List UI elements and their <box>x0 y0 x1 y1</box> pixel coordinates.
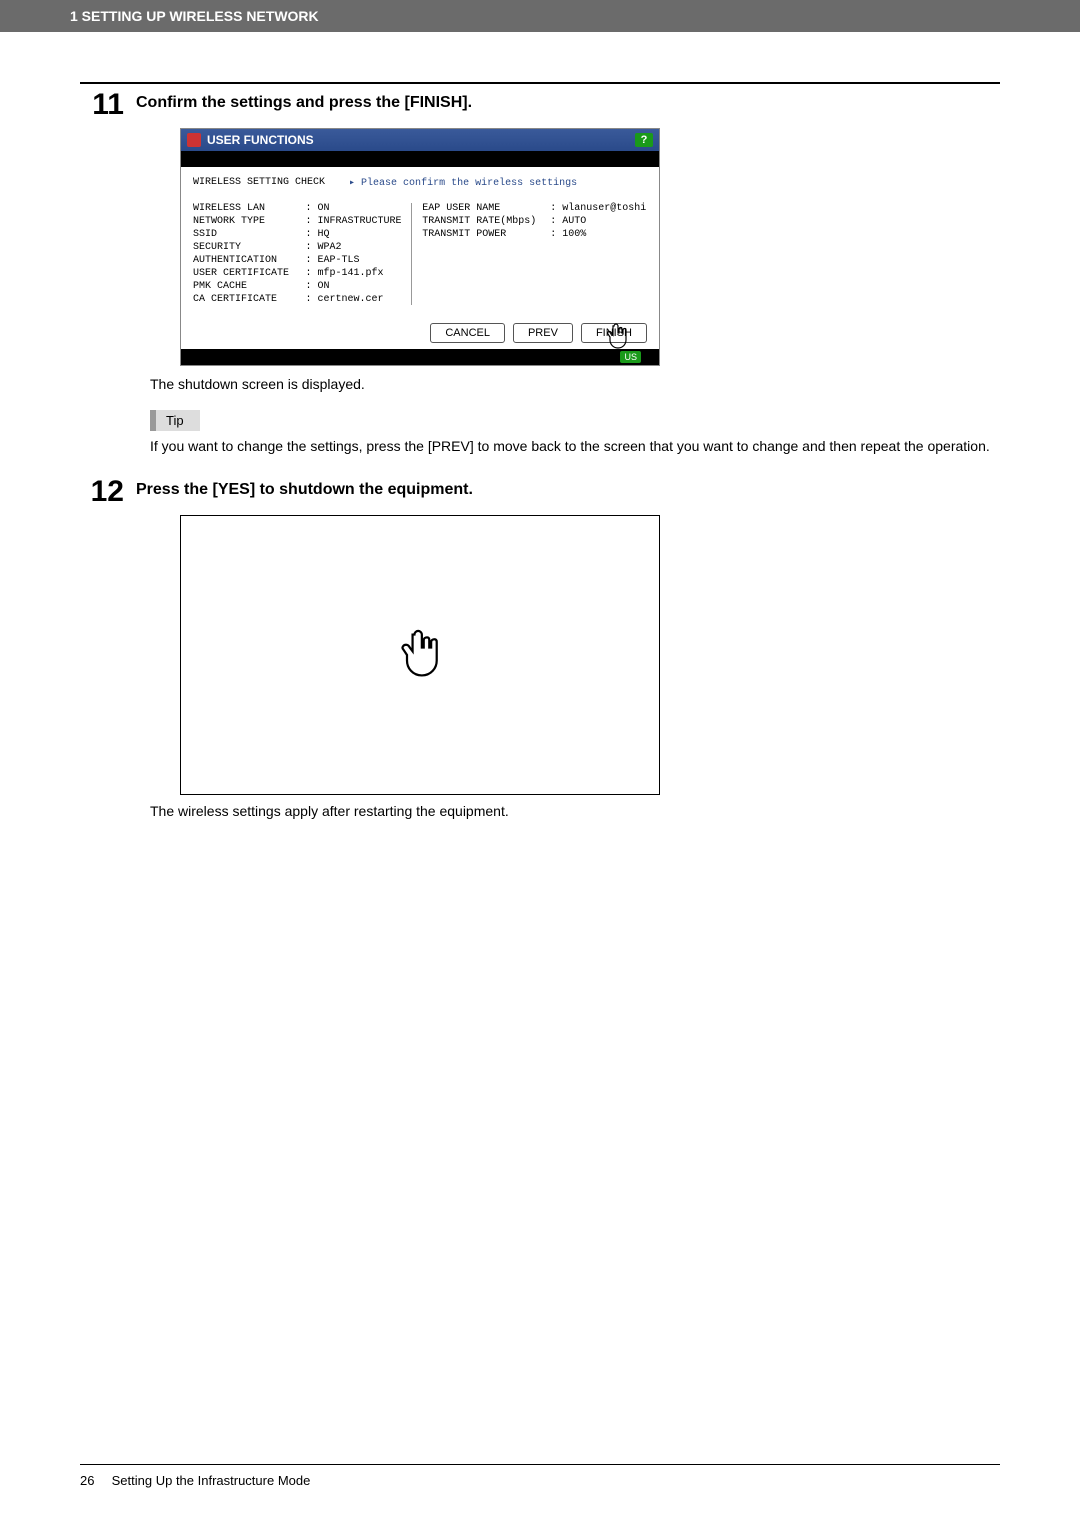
label-ca-certificate: CA CERTIFICATE <box>193 294 300 305</box>
tip-label: Tip <box>150 410 200 431</box>
settings-labels-left: WIRELESS LAN NETWORK TYPE SSID SECURITY … <box>193 203 300 305</box>
label-ssid: SSID <box>193 229 300 240</box>
locale-badge: US <box>620 351 641 363</box>
ui-main-panel: WIRELESS SETTING CHECK ▸ Please confirm … <box>181 167 659 313</box>
hand-cursor-icon <box>397 629 443 681</box>
footer-section-title: Setting Up the Infrastructure Mode <box>112 1473 311 1488</box>
label-transmit-rate: TRANSMIT RATE(Mbps) <box>422 216 544 227</box>
ui-blackstrip-top <box>181 151 659 167</box>
step-12-title: Press the [YES] to shutdown the equipmen… <box>136 481 1000 499</box>
footer-divider <box>80 1464 1000 1465</box>
label-transmit-power: TRANSMIT POWER <box>422 229 544 240</box>
step-11-title: Confirm the settings and press the [FINI… <box>136 94 1000 112</box>
tip-text: If you want to change the settings, pres… <box>150 437 1000 457</box>
settings-labels-right: EAP USER NAME TRANSMIT RATE(Mbps) TRANSM… <box>418 203 544 305</box>
chapter-header: 1 SETTING UP WIRELESS NETWORK <box>0 0 1080 32</box>
label-user-certificate: USER CERTIFICATE <box>193 268 300 279</box>
wireless-check-label: WIRELESS SETTING CHECK <box>193 177 325 189</box>
step-12: 12 Press the [YES] to shutdown the equip… <box>80 477 1000 507</box>
value-ca-certificate: : certnew.cer <box>306 294 408 305</box>
value-security: : WPA2 <box>306 242 408 253</box>
label-security: SECURITY <box>193 242 300 253</box>
label-authentication: AUTHENTICATION <box>193 255 300 266</box>
settings-values-left: : ON : INFRASTRUCTURE : HQ : WPA2 : EAP-… <box>306 203 413 305</box>
settings-values-right: : wlanuser@toshi : AUTO : 100% <box>550 203 647 305</box>
label-eap-user-name: EAP USER NAME <box>422 203 544 214</box>
cancel-button[interactable]: CANCEL <box>430 323 505 343</box>
tip-box: Tip <box>150 410 1000 431</box>
step-12-screenshot-placeholder <box>180 515 660 795</box>
step-number-11: 11 <box>80 90 136 120</box>
value-user-certificate: : mfp-141.pfx <box>306 268 408 279</box>
label-pmk-cache: PMK CACHE <box>193 281 300 292</box>
value-authentication: : EAP-TLS <box>306 255 408 266</box>
ui-title: USER FUNCTIONS <box>207 133 314 147</box>
value-eap-user-name: : wlanuser@toshi <box>550 203 647 214</box>
value-pmk-cache: : ON <box>306 281 408 292</box>
value-network-type: : INFRASTRUCTURE <box>306 216 408 227</box>
value-wireless-lan: : ON <box>306 203 408 214</box>
ui-footer-strip: US <box>181 349 659 365</box>
step-number-12: 12 <box>80 477 136 507</box>
divider-top <box>80 82 1000 84</box>
value-transmit-rate: : AUTO <box>550 216 647 227</box>
value-transmit-power: : 100% <box>550 229 647 240</box>
printer-screenshot: USER FUNCTIONS ? WIRELESS SETTING CHECK … <box>180 128 660 366</box>
wireless-check-msg: ▸ Please confirm the wireless settings <box>349 177 577 189</box>
value-ssid: : HQ <box>306 229 408 240</box>
finish-button[interactable]: FINISH <box>581 323 647 343</box>
ui-button-row: CANCEL PREV FINISH <box>181 313 659 349</box>
ui-titlebar: USER FUNCTIONS ? <box>181 129 659 151</box>
label-network-type: NETWORK TYPE <box>193 216 300 227</box>
step-11: 11 Confirm the settings and press the [F… <box>80 90 1000 120</box>
prev-button[interactable]: PREV <box>513 323 573 343</box>
page-number: 26 <box>80 1473 108 1488</box>
step-11-caption: The shutdown screen is displayed. <box>150 376 1000 392</box>
page-footer: 26 Setting Up the Infrastructure Mode <box>0 1464 1080 1488</box>
app-icon <box>187 133 201 147</box>
step-12-caption: The wireless settings apply after restar… <box>150 803 1000 819</box>
label-wireless-lan: WIRELESS LAN <box>193 203 300 214</box>
help-icon[interactable]: ? <box>635 133 653 147</box>
